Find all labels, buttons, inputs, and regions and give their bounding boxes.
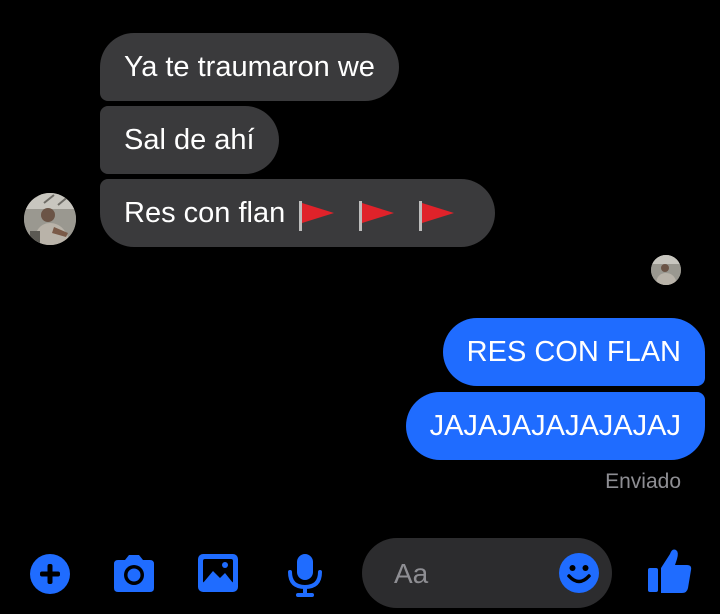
message-status: Enviado xyxy=(605,470,681,493)
emoji-icon[interactable] xyxy=(558,552,600,594)
message-text: Sal de ahí xyxy=(124,124,255,156)
message-input[interactable] xyxy=(392,552,556,596)
message-text: Ya te traumaron we xyxy=(124,51,375,83)
message-text: JAJAJAJAJAJAJAJ xyxy=(429,410,681,442)
message-composer[interactable] xyxy=(362,538,612,608)
message-text: Res con flan xyxy=(124,197,286,229)
microphone-icon[interactable] xyxy=(283,552,327,597)
thumbs-up-icon[interactable] xyxy=(646,546,694,596)
received-message[interactable]: Ya te traumaron we xyxy=(100,33,399,101)
red-flag-icon xyxy=(419,200,457,231)
contact-avatar[interactable] xyxy=(24,193,76,245)
plus-icon[interactable] xyxy=(28,552,72,596)
red-flag-icon xyxy=(359,200,397,231)
received-message[interactable]: Res con flan xyxy=(100,179,496,248)
red-flag-icon xyxy=(299,200,337,231)
sent-message[interactable]: JAJAJAJAJAJAJAJ xyxy=(405,392,705,460)
camera-icon[interactable] xyxy=(110,552,154,596)
image-icon[interactable] xyxy=(196,552,240,596)
read-receipt-avatar xyxy=(651,255,681,285)
sent-message[interactable]: RES CON FLAN xyxy=(442,318,705,386)
messenger-conversation: Ya te traumaron we Sal de ahí Res con fl… xyxy=(0,0,720,614)
red-flag-emojis xyxy=(299,180,471,248)
received-message[interactable]: Sal de ahí xyxy=(100,106,279,174)
message-text: RES CON FLAN xyxy=(466,336,681,368)
